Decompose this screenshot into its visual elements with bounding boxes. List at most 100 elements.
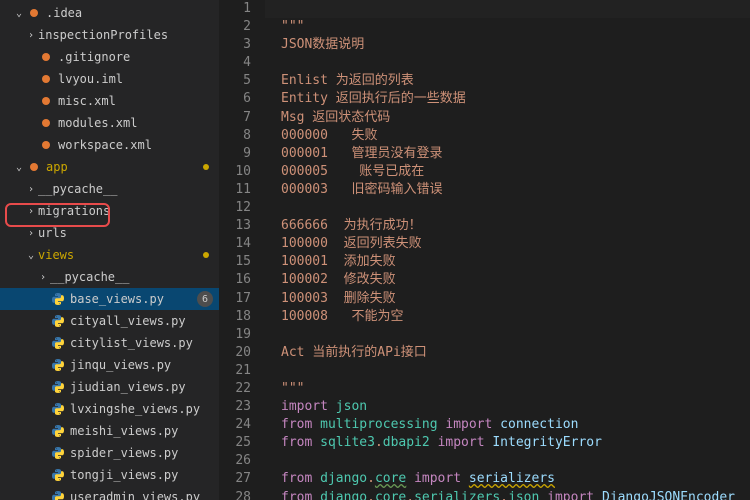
line-number: 10 — [220, 163, 251, 181]
py-file-icon — [50, 445, 66, 461]
py-file-icon — [50, 489, 66, 500]
code-line[interactable]: from django.core import serializers — [265, 470, 750, 488]
tree-item[interactable]: jiudian_views.py — [0, 376, 219, 398]
code-line[interactable]: Enlist 为返回的列表 — [265, 72, 750, 90]
tree-item-label: useradmin_views.py — [70, 490, 219, 500]
tree-item-label: migrations — [38, 204, 219, 218]
tree-item-label: misc.xml — [58, 94, 219, 108]
tree-item-label: citylist_views.py — [70, 336, 219, 350]
line-number: 28 — [220, 489, 251, 500]
line-number: 17 — [220, 290, 251, 308]
tree-item[interactable]: meishi_views.py — [0, 420, 219, 442]
code-line[interactable]: from django.core.serializers.json import… — [265, 489, 750, 500]
code-line[interactable]: from multiprocessing import connection — [265, 416, 750, 434]
code-line[interactable]: JSON数据说明 — [265, 36, 750, 54]
modified-badge: 6 — [197, 291, 213, 307]
code-line[interactable]: 000001 管理员没有登录 — [265, 145, 750, 163]
code-content[interactable]: """JSON数据说明 Enlist 为返回的列表Entity 返回执行后的一些… — [265, 0, 750, 500]
file-explorer-sidebar[interactable]: .idea inspectionProfiles .gitignore lvyou.i… — [0, 0, 220, 500]
tree-item[interactable]: citylist_views.py — [0, 332, 219, 354]
code-line[interactable]: import json — [265, 398, 750, 416]
tree-item[interactable]: spider_views.py — [0, 442, 219, 464]
tree-item[interactable]: .gitignore — [0, 46, 219, 68]
code-line[interactable]: 000005 账号已成在 — [265, 163, 750, 181]
tree-item[interactable]: urls — [0, 222, 219, 244]
tree-item[interactable]: workspace.xml — [0, 134, 219, 156]
code-line[interactable]: 100008 不能为空 — [265, 308, 750, 326]
tree-item-label: spider_views.py — [70, 446, 219, 460]
code-line[interactable]: from sqlite3.dbapi2 import IntegrityErro… — [265, 434, 750, 452]
line-number: 15 — [220, 253, 251, 271]
line-number-gutter: 1234567891011121314151617181920212223242… — [220, 0, 265, 500]
code-line[interactable] — [265, 0, 750, 18]
tree-item[interactable]: useradmin_views.py — [0, 486, 219, 500]
line-number: 16 — [220, 271, 251, 289]
tree-item[interactable]: __pycache__ — [0, 266, 219, 288]
tree-item[interactable]: tongji_views.py — [0, 464, 219, 486]
tree-item-label: __pycache__ — [38, 182, 219, 196]
tree-item-label: .idea — [46, 6, 219, 20]
chevron-expanded-icon — [24, 250, 38, 261]
xml-file-icon — [38, 49, 54, 65]
tree-item[interactable]: __pycache__ — [0, 178, 219, 200]
line-number: 25 — [220, 434, 251, 452]
tree-item-label: workspace.xml — [58, 138, 219, 152]
code-line[interactable]: 000003 旧密码输入错误 — [265, 181, 750, 199]
code-line[interactable] — [265, 452, 750, 470]
tree-item[interactable]: app — [0, 156, 219, 178]
chevron-collapsed-icon — [36, 272, 50, 283]
tree-item[interactable]: jinqu_views.py — [0, 354, 219, 376]
tree-item-label: jiudian_views.py — [70, 380, 219, 394]
code-line[interactable]: Act 当前执行的APi接口 — [265, 344, 750, 362]
tree-item-label: meishi_views.py — [70, 424, 219, 438]
code-line[interactable]: Msg 返回状态代码 — [265, 109, 750, 127]
code-line[interactable]: 100000 返回列表失败 — [265, 235, 750, 253]
line-number: 7 — [220, 109, 251, 127]
line-number: 22 — [220, 380, 251, 398]
code-line[interactable]: """ — [265, 18, 750, 36]
xml-file-icon — [38, 93, 54, 109]
code-line[interactable]: 666666 为执行成功！ — [265, 217, 750, 235]
code-line[interactable]: """ — [265, 380, 750, 398]
tree-item-label: .gitignore — [58, 50, 219, 64]
folder-file-icon — [26, 5, 42, 21]
code-line[interactable]: 000000 失败 — [265, 127, 750, 145]
tree-item[interactable]: base_views.py6 — [0, 288, 219, 310]
tree-item-label: base_views.py — [70, 292, 197, 306]
code-editor[interactable]: 1234567891011121314151617181920212223242… — [220, 0, 750, 500]
tree-item[interactable]: .idea — [0, 2, 219, 24]
tree-item[interactable]: migrations — [0, 200, 219, 222]
line-number: 5 — [220, 72, 251, 90]
chevron-expanded-icon — [12, 162, 26, 173]
tree-item[interactable]: views — [0, 244, 219, 266]
code-line[interactable]: 100001 添加失败 — [265, 253, 750, 271]
py-file-icon — [50, 357, 66, 373]
tree-item-label: lvyou.iml — [58, 72, 219, 86]
tree-item-label: views — [38, 248, 203, 262]
line-number: 18 — [220, 308, 251, 326]
code-line[interactable] — [265, 326, 750, 344]
line-number: 1 — [220, 0, 251, 18]
code-line[interactable]: 100002 修改失败 — [265, 271, 750, 289]
xml-file-icon — [38, 71, 54, 87]
line-number: 13 — [220, 217, 251, 235]
tree-item[interactable]: cityall_views.py — [0, 310, 219, 332]
py-file-icon — [50, 423, 66, 439]
code-line[interactable] — [265, 199, 750, 217]
code-line[interactable]: Entity 返回执行后的一些数据 — [265, 90, 750, 108]
tree-item[interactable]: misc.xml — [0, 90, 219, 112]
line-number: 23 — [220, 398, 251, 416]
chevron-expanded-icon — [12, 8, 26, 19]
tree-item-label: inspectionProfiles — [38, 28, 219, 42]
code-line[interactable] — [265, 362, 750, 380]
tree-item[interactable]: lvxingshe_views.py — [0, 398, 219, 420]
line-number: 4 — [220, 54, 251, 72]
chevron-collapsed-icon — [24, 184, 38, 195]
tree-item[interactable]: inspectionProfiles — [0, 24, 219, 46]
code-line[interactable] — [265, 54, 750, 72]
code-line[interactable]: 100003 删除失败 — [265, 290, 750, 308]
tree-item[interactable]: modules.xml — [0, 112, 219, 134]
tree-item[interactable]: lvyou.iml — [0, 68, 219, 90]
chevron-collapsed-icon — [24, 228, 38, 239]
tree-item-label: modules.xml — [58, 116, 219, 130]
